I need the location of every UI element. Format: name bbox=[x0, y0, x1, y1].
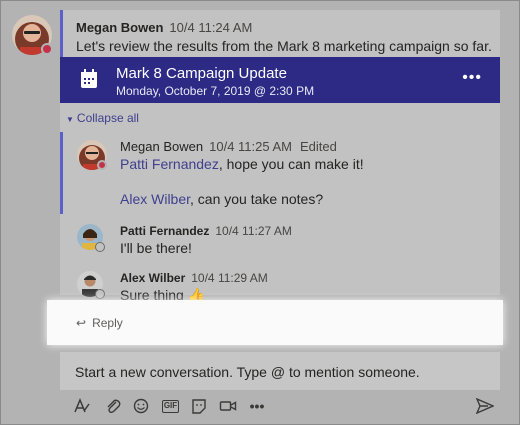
sticker-icon[interactable] bbox=[190, 398, 208, 414]
collapse-all-label: Collapse all bbox=[76, 111, 139, 125]
reply-button[interactable]: ↩ Reply bbox=[76, 316, 123, 330]
reply-accent-bar bbox=[60, 132, 63, 214]
post-time: 10/4 11:24 AM bbox=[169, 20, 253, 35]
reply-time: 10/4 11:25 AM bbox=[209, 139, 292, 154]
compose-box[interactable]: Start a new conversation. Type @ to ment… bbox=[60, 352, 500, 390]
reply-text: Patti Fernandez, hope you can make it! bbox=[120, 156, 364, 172]
event-title: Mark 8 Campaign Update bbox=[116, 65, 287, 82]
event-card[interactable]: Mark 8 Campaign Update Monday, October 7… bbox=[60, 57, 500, 103]
reply-header: Patti Fernandez 10/4 11:27 AM bbox=[120, 223, 292, 238]
status-busy-icon bbox=[97, 160, 107, 170]
reply-time: 10/4 11:29 AM bbox=[191, 271, 268, 285]
post-header: Megan Bowen 10/4 11:24 AM bbox=[76, 20, 252, 35]
collapse-chevron-icon: ▼ bbox=[66, 115, 74, 124]
compose-placeholder: Start a new conversation. Type @ to ment… bbox=[75, 364, 420, 380]
meet-now-icon[interactable] bbox=[219, 398, 237, 414]
reply-time: 10/4 11:27 AM bbox=[215, 224, 292, 238]
status-offline-icon bbox=[95, 289, 105, 299]
post-author[interactable]: Megan Bowen bbox=[76, 20, 163, 35]
status-offline-icon bbox=[95, 242, 105, 252]
status-busy-icon bbox=[41, 43, 53, 55]
reply-text: Alex Wilber, can you take notes? bbox=[120, 191, 323, 207]
more-options-icon[interactable]: ••• bbox=[248, 398, 266, 414]
reply-arrow-icon: ↩ bbox=[76, 316, 87, 330]
gif-icon[interactable]: GIF bbox=[162, 400, 179, 413]
format-icon[interactable] bbox=[73, 398, 91, 414]
edited-label: Edited bbox=[300, 139, 337, 154]
reply-header: Megan Bowen 10/4 11:25 AM Edited bbox=[120, 139, 337, 154]
calendar-icon bbox=[81, 69, 97, 88]
attach-icon[interactable] bbox=[104, 398, 122, 414]
collapse-all-link[interactable]: ▼ Collapse all bbox=[66, 111, 139, 125]
more-options-icon[interactable]: ••• bbox=[462, 69, 482, 87]
reply-header: Alex Wilber 10/4 11:29 AM bbox=[120, 270, 268, 285]
reply-author[interactable]: Alex Wilber bbox=[120, 271, 185, 285]
send-icon[interactable] bbox=[476, 398, 494, 414]
mention-alex-wilber[interactable]: Alex Wilber bbox=[120, 191, 190, 207]
post-text: Let's review the results from the Mark 8… bbox=[76, 38, 492, 54]
reply-text-rest: , can you take notes? bbox=[190, 191, 324, 207]
reply-text-rest: , hope you can make it! bbox=[218, 156, 364, 172]
emoji-icon[interactable] bbox=[132, 398, 150, 414]
reply-author[interactable]: Patti Fernandez bbox=[120, 224, 209, 238]
reply-text: I'll be there! bbox=[120, 240, 192, 256]
reply-author[interactable]: Megan Bowen bbox=[120, 139, 203, 154]
thread-accent-bar bbox=[60, 10, 63, 58]
reply-label: Reply bbox=[92, 316, 123, 330]
mention-patti-fernandez[interactable]: Patti Fernandez bbox=[120, 156, 219, 172]
event-datetime: Monday, October 7, 2019 @ 2:30 PM bbox=[116, 84, 315, 98]
